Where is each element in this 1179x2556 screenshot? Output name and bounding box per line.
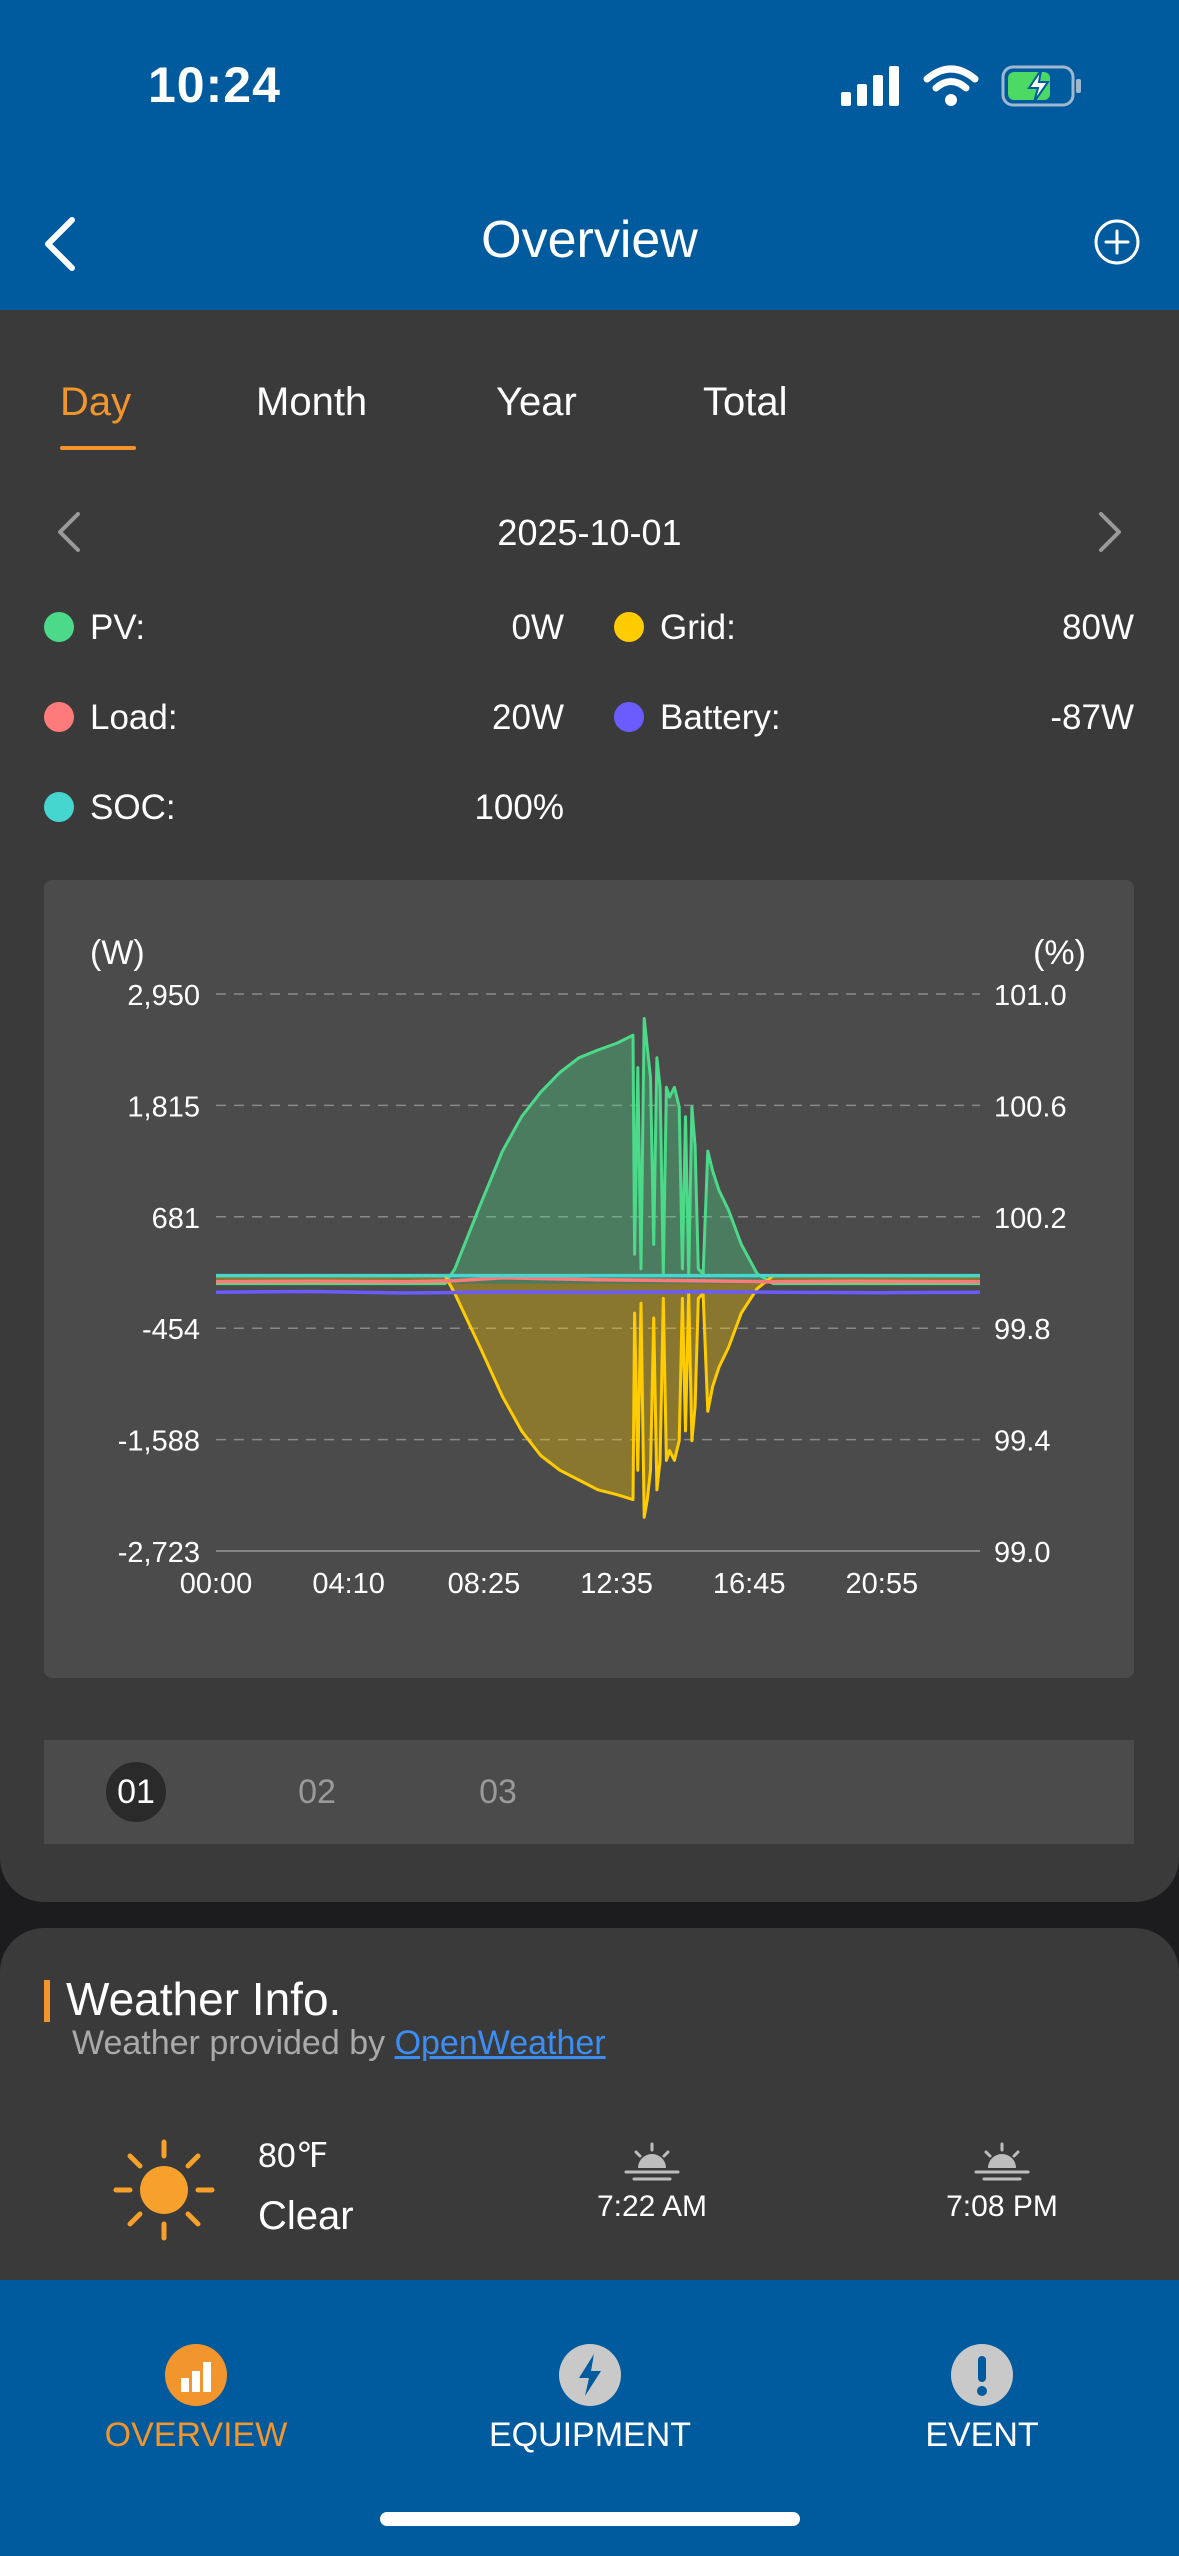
period-tabs: Day Month Year Total [0,380,1179,460]
legend-pv: PV: 0W [44,602,564,652]
y-left-tick-label: 2,950 [127,980,200,1012]
legend-battery: Battery: -87W [614,692,1134,742]
legend-soc: SOC: 100% [44,782,564,832]
lightning-icon [559,2344,621,2406]
soc-color-dot [44,792,74,822]
weather-provided-prefix: Weather provided by [72,2024,395,2062]
legend-soc-value: 100% [474,788,564,827]
load-color-dot [44,702,74,732]
y-right-tick-label: 100.6 [994,1091,1067,1123]
legend-battery-value: -87W [1050,698,1134,737]
status-time: 10:24 [148,57,281,113]
x-tick-label: 04:10 [312,1568,385,1600]
page-03-button[interactable]: 03 [468,1762,528,1822]
legend-load: Load: 20W [44,692,564,742]
nav-overview[interactable]: OVERVIEW [46,2344,346,2455]
sunrise: 7:22 AM [572,2142,732,2224]
y-right-tick-label: 99.0 [994,1537,1050,1569]
sunrise-icon [624,2142,680,2181]
y-right-tick-label: 99.4 [994,1426,1050,1458]
legend-soc-label: SOC: [90,788,176,827]
legend-load-value: 20W [492,698,564,737]
y-left-tick-label: -2,723 [118,1537,200,1569]
openweather-link[interactable]: OpenWeather [395,2024,606,2062]
y-right-tick-label: 101.0 [994,980,1067,1012]
legend-load-label: Load: [90,698,178,737]
weather-card: Weather Info. Weather provided by OpenWe… [0,1928,1179,2288]
series-line-battery [215,1289,981,1295]
weather-title: Weather Info. [66,1973,342,2025]
selected-date[interactable]: 2025-10-01 [0,512,1179,554]
status-icons [841,64,1083,108]
y-left-tick-label: 1,815 [127,1091,200,1123]
x-tick-label: 20:55 [846,1568,919,1600]
y-right-tick-label: 100.2 [994,1203,1067,1235]
legend-battery-label: Battery: [660,698,781,737]
date-navigator: 2025-10-01 [0,500,1179,564]
tab-year[interactable]: Year [496,380,577,425]
grid-color-dot [614,612,644,642]
nav-equipment[interactable]: EQUIPMENT [440,2344,740,2455]
signal-icon [841,66,899,106]
x-tick-label: 12:35 [580,1568,653,1600]
sunset-icon [974,2142,1030,2181]
wifi-icon [923,65,979,106]
add-circle-icon[interactable] [1093,218,1141,266]
pv-color-dot [44,612,74,642]
y-right-tick-label: 99.8 [994,1314,1050,1346]
overview-card: Day Month Year Total 2025-10-01 PV: 0W G… [0,310,1179,1902]
nav-overview-label: OVERVIEW [104,2416,288,2454]
tab-total[interactable]: Total [703,380,788,425]
weather-title-accent [44,1980,50,2022]
sun-icon [113,2139,215,2241]
sunrise-time: 7:22 AM [596,2190,708,2223]
page-01-button[interactable]: 01 [106,1762,166,1822]
home-indicator [380,2512,800,2526]
alert-icon [951,2344,1013,2406]
x-tick-label: 08:25 [448,1568,521,1600]
series-area-pv [216,1018,980,1284]
x-tick-label: 16:45 [713,1568,786,1600]
next-date-chevron-icon[interactable] [1091,510,1127,554]
x-tick-label: 00:00 [180,1568,253,1600]
y-left-tick-label: -454 [142,1314,200,1346]
temperature: 80℉ [258,2137,329,2175]
nav-event[interactable]: EVENT [832,2344,1132,2455]
page-title: Overview [481,211,698,269]
battery-charging-icon [1001,65,1081,107]
top-bar: 10:24 Overview [0,0,1179,310]
legend-grid: Grid: 80W [614,602,1134,652]
chart-pager: 01 02 03 [44,1740,1134,1844]
nav-event-label: EVENT [925,2416,1039,2454]
y-left-tick-label: 681 [152,1203,200,1235]
battery-color-dot [614,702,644,732]
tab-day[interactable]: Day [60,380,131,425]
nav-equipment-label: EQUIPMENT [488,2416,692,2454]
power-chart-svg: (W) (%) 2,950 101.0 1,815 100.6 681 100.2 -454… [90,934,1086,1600]
right-axis-unit: (%) [1033,934,1086,972]
legend-pv-value: 0W [511,608,565,647]
weather-condition: Clear [258,2194,354,2238]
power-chart[interactable]: (W) (%) 2,950 101.0 1,815 100.6 681 100.2 -454… [44,880,1134,1678]
legend-pv-label: PV: [90,608,146,647]
tab-month[interactable]: Month [256,380,367,425]
weather-provider-text: Weather provided by OpenWeather [72,2024,606,2063]
y-left-tick-label: -1,588 [118,1426,200,1458]
sunset: 7:08 PM [922,2142,1082,2224]
chart-icon [165,2344,227,2406]
sunset-time: 7:08 PM [946,2190,1058,2223]
left-axis-unit: (W) [90,934,145,972]
active-tab-indicator [60,446,136,450]
legend-grid-value: 80W [1062,608,1134,647]
page-02-button[interactable]: 02 [287,1762,347,1822]
series-area-grid [216,1275,980,1518]
legend-grid-label: Grid: [660,608,736,647]
